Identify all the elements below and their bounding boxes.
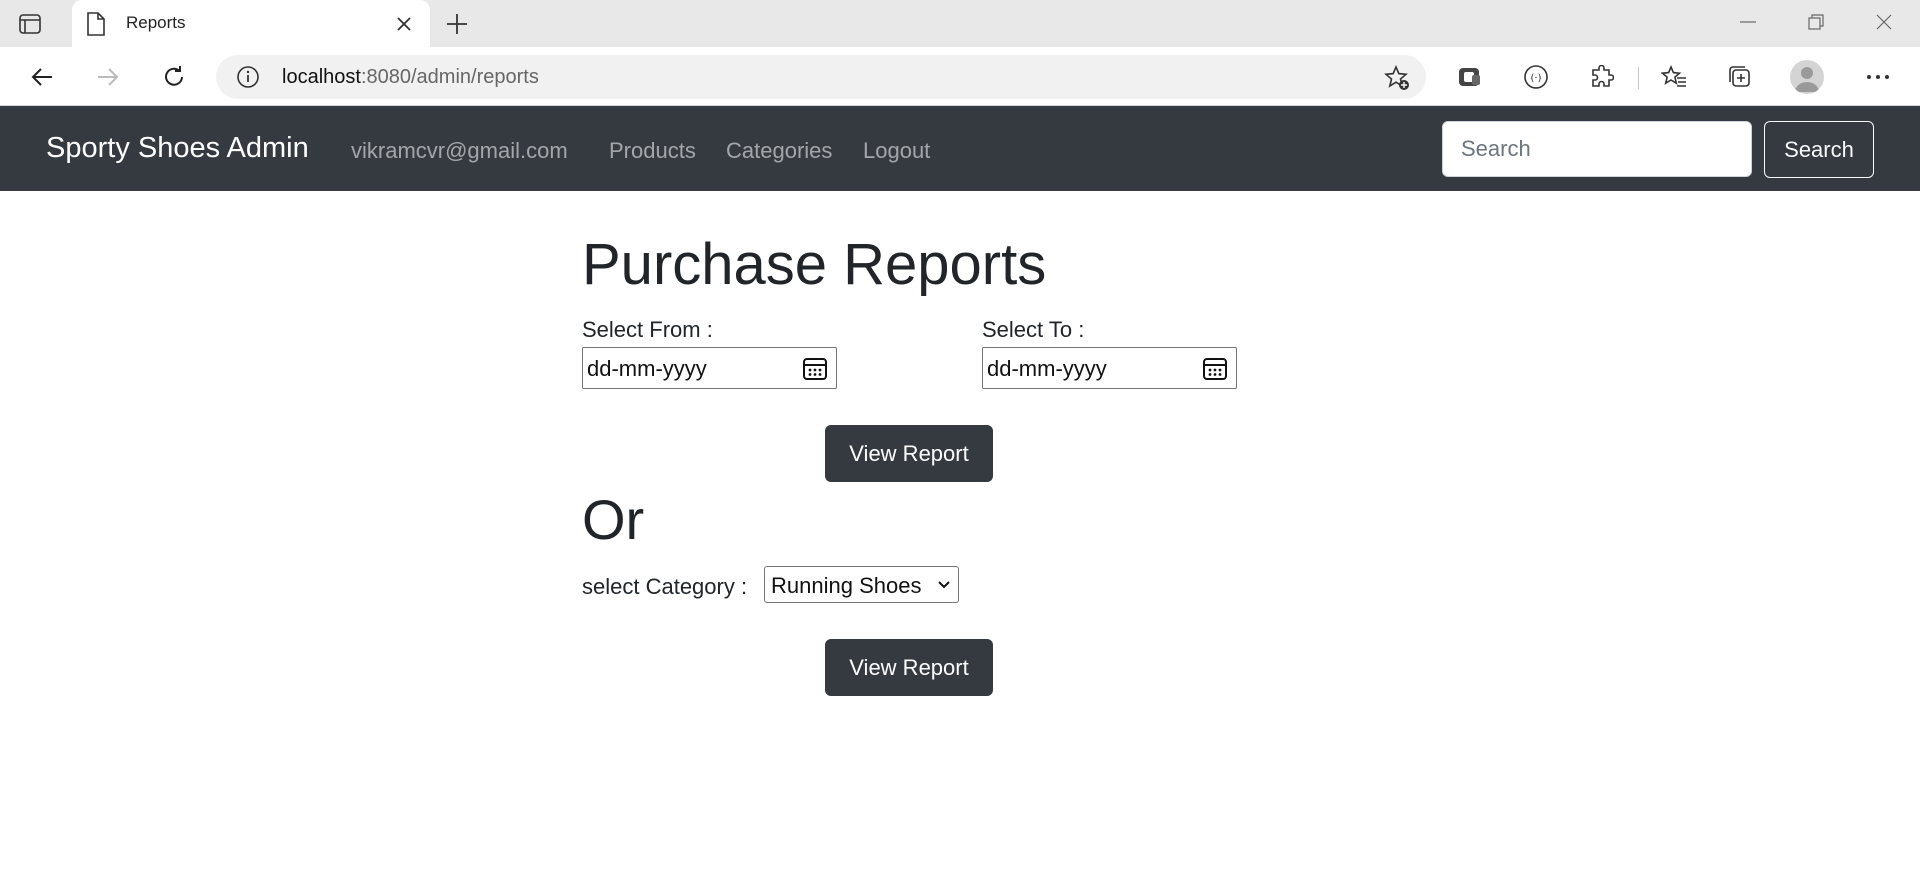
nav-link-user-email[interactable]: vikramcvr@gmail.com bbox=[351, 138, 568, 164]
toolbar-divider bbox=[1638, 67, 1639, 89]
extension-app-icon[interactable] bbox=[1456, 63, 1484, 91]
to-date-label: Select To : bbox=[982, 317, 1085, 342]
forward-icon[interactable] bbox=[94, 63, 122, 91]
to-date-input[interactable]: dd-mm-yyyy bbox=[982, 347, 1237, 389]
tab-title: Reports bbox=[126, 13, 186, 32]
navbar-brand[interactable]: Sporty Shoes Admin bbox=[46, 132, 309, 165]
from-date-label: Select From : bbox=[582, 317, 713, 342]
nav-link-logout[interactable]: Logout bbox=[863, 138, 930, 164]
reports-form: Purchase Reports Select From : dd-mm-yyy… bbox=[582, 191, 1382, 791]
more-options-icon[interactable] bbox=[1864, 63, 1892, 91]
to-date-placeholder: dd-mm-yyyy bbox=[987, 356, 1107, 381]
or-heading: Or bbox=[582, 488, 645, 551]
reload-icon[interactable] bbox=[160, 63, 188, 91]
search-button[interactable]: Search bbox=[1764, 121, 1874, 178]
reading-mode-icon[interactable]: (·) bbox=[1522, 63, 1550, 91]
category-label: select Category : bbox=[582, 574, 748, 599]
url-text: localhost:8080/admin/reports bbox=[282, 66, 539, 89]
search-input[interactable] bbox=[1442, 121, 1752, 177]
extensions-icon[interactable] bbox=[1588, 63, 1616, 91]
page-title: Purchase Reports bbox=[582, 232, 1047, 297]
nav-link-products[interactable]: Products bbox=[609, 138, 696, 164]
collections-icon[interactable] bbox=[1726, 63, 1754, 91]
new-tab-icon[interactable] bbox=[444, 11, 470, 37]
from-date-input[interactable]: dd-mm-yyyy bbox=[582, 347, 837, 389]
back-icon[interactable] bbox=[28, 63, 56, 91]
url-path: :8080/admin/reports bbox=[360, 66, 539, 88]
category-selected-value: Running Shoes bbox=[771, 573, 922, 598]
close-window-icon[interactable] bbox=[1870, 10, 1898, 34]
close-tab-icon[interactable] bbox=[392, 12, 416, 36]
page-icon bbox=[86, 12, 108, 36]
browser-toolbar: localhost:8080/admin/reports (·) bbox=[0, 47, 1920, 106]
svg-text:(·): (·) bbox=[1531, 73, 1542, 84]
restore-icon[interactable] bbox=[1802, 10, 1830, 34]
category-select[interactable]: Running Shoes bbox=[764, 566, 959, 603]
url-host: localhost bbox=[282, 66, 361, 88]
favorites-icon[interactable] bbox=[1660, 63, 1688, 91]
from-date-placeholder: dd-mm-yyyy bbox=[587, 356, 707, 381]
calendar-icon[interactable] bbox=[802, 356, 828, 382]
add-favorite-icon[interactable] bbox=[1384, 64, 1410, 91]
nav-link-categories[interactable]: Categories bbox=[726, 138, 832, 164]
calendar-icon[interactable] bbox=[1202, 356, 1228, 382]
browser-tab-strip: Reports bbox=[0, 0, 1920, 48]
site-navbar: Sporty Shoes Admin vikramcvr@gmail.com P… bbox=[0, 106, 1920, 191]
view-report-by-date-button[interactable]: View Report bbox=[825, 425, 993, 482]
chevron-down-icon bbox=[936, 577, 952, 593]
profile-avatar[interactable] bbox=[1790, 60, 1824, 94]
view-report-by-category-button[interactable]: View Report bbox=[825, 639, 993, 696]
address-bar[interactable]: localhost:8080/admin/reports bbox=[216, 55, 1426, 99]
tab-actions-icon[interactable] bbox=[18, 12, 42, 36]
minimize-icon[interactable] bbox=[1734, 10, 1762, 34]
browser-tab-reports[interactable]: Reports bbox=[72, 0, 430, 48]
site-info-icon[interactable] bbox=[236, 65, 260, 89]
